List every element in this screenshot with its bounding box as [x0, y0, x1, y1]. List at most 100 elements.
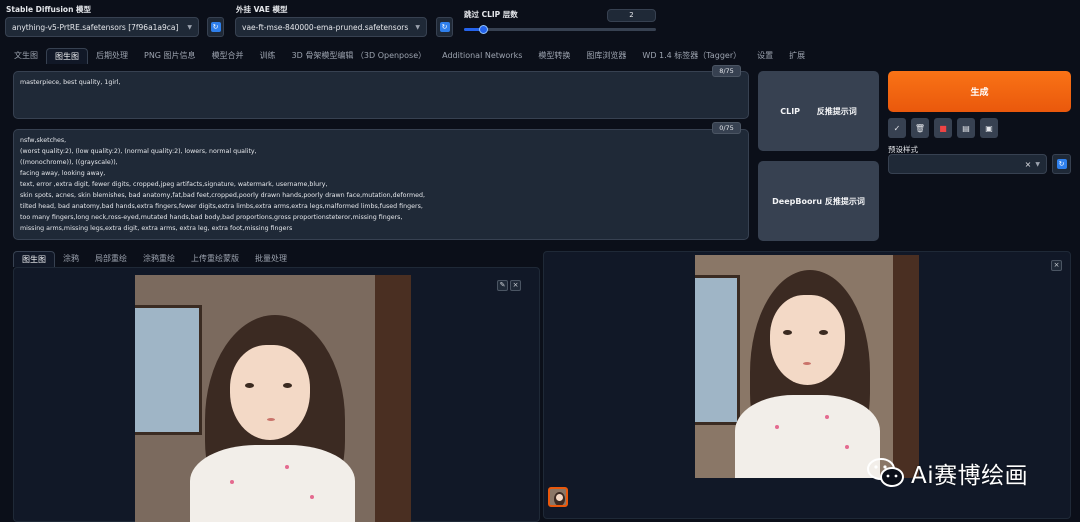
negative-prompt-line: tilted head, bad anatomy,bad hands,extra…	[20, 203, 423, 210]
red-flag-button[interactable]: ■	[934, 118, 952, 138]
tab-12[interactable]: 扩展	[781, 48, 813, 64]
generate-button[interactable]: 生成	[888, 71, 1071, 112]
negative-prompt-input[interactable]: nsfw,sketches, (worst quality:2), (low qu…	[13, 129, 749, 240]
shirt	[735, 395, 880, 478]
face	[230, 345, 310, 440]
positive-token-counter: 8/75	[712, 65, 741, 77]
door	[375, 275, 411, 522]
door	[893, 255, 919, 478]
positive-prompt-text: masterpiece, best quality, 1girl,	[20, 79, 121, 86]
chevron-down-icon: ▼	[415, 23, 420, 31]
wechat-logo-icon	[867, 458, 904, 487]
vae-label: 外挂 VAE 模型	[236, 5, 288, 14]
red-flag-icon: ■	[939, 123, 947, 133]
refresh-icon: ↻	[210, 22, 221, 32]
clear-styles-icon[interactable]: ×	[1025, 160, 1032, 169]
clip-interrogate-button[interactable]: CLIP 反推提示词	[758, 71, 879, 151]
sub-tab-5[interactable]: 批量处理	[247, 251, 295, 267]
watermark: Ai赛博绘画	[867, 456, 1028, 490]
negative-prompt-line: skin spots, acnes, skin blemishes, bad a…	[20, 192, 426, 199]
watermark-text: Ai赛博绘画	[911, 463, 1029, 489]
refresh-icon: ↻	[1056, 159, 1067, 169]
right-eye	[283, 383, 292, 388]
flower-print	[825, 415, 829, 419]
tab-4[interactable]: 模型合并	[204, 48, 252, 64]
window	[695, 275, 740, 425]
main-tabs: 文生图 图生图 后期处理 PNG 图片信息 模型合并 训练 3D 骨架模型编辑 （3D Op…	[6, 48, 813, 64]
sub-tab-4[interactable]: 上传重绘蒙版	[183, 251, 247, 267]
save-style-icon: ▣	[985, 123, 993, 133]
flower-print	[845, 445, 849, 449]
output-gallery-panel: × Ai赛博绘画	[543, 251, 1071, 519]
trash-button[interactable]: 🗑	[911, 118, 929, 138]
sub-tab-3[interactable]: 涂鸦重绘	[135, 251, 183, 267]
gallery-thumbnail[interactable]	[548, 487, 568, 507]
vae-value: vae-ft-mse-840000-ema-pruned.safetensors	[242, 22, 409, 32]
close-icon[interactable]: ×	[510, 280, 521, 291]
positive-prompt-input[interactable]: masterpiece, best quality, 1girl,	[13, 71, 749, 119]
img2img-sub-tabs: 图生图 涂鸦 局部重绘 涂鸦重绘 上传重绘蒙版 批量处理	[13, 251, 295, 267]
clipboard-button[interactable]: ▤	[957, 118, 975, 138]
left-eye	[783, 330, 792, 335]
prompt-tool-buttons: ✓ 🗑 ■ ▤ ▣	[888, 118, 998, 138]
deepbooru-interrogate-button[interactable]: DeepBooru 反推提示词	[758, 161, 879, 241]
window	[135, 305, 202, 435]
lips	[803, 362, 811, 365]
clip-skip-slider-thumb[interactable]	[479, 25, 489, 34]
tab-3[interactable]: PNG 图片信息	[136, 48, 204, 64]
negative-token-counter: 0/75	[712, 122, 741, 134]
sd-model-value: anything-v5-PrtRE.safetensors [7f96a1a9c…	[12, 22, 179, 32]
flower-print	[775, 425, 779, 429]
right-eye	[819, 330, 828, 335]
styles-dropdown[interactable]: × ▼	[888, 154, 1047, 174]
tab-2[interactable]: 后期处理	[88, 48, 136, 64]
sub-tab-1[interactable]: 涂鸦	[55, 251, 87, 267]
negative-prompt-line: facing away, looking away,	[20, 170, 106, 177]
input-image-panel[interactable]: ✎ ×	[13, 267, 540, 522]
tab-6[interactable]: 3D 骨架模型编辑 （3D Openpose）	[284, 48, 435, 64]
tab-1[interactable]: 图生图	[46, 48, 88, 64]
flower-print	[285, 465, 289, 469]
sd-model-label: Stable Diffusion 模型	[6, 5, 92, 14]
negative-prompt-line: missing arms,missing legs,extra digit, e…	[20, 225, 293, 232]
input-image	[135, 275, 411, 522]
sub-tab-0[interactable]: 图生图	[13, 251, 55, 267]
chevron-down-icon: ▼	[1035, 160, 1040, 168]
clipboard-icon: ▤	[962, 123, 970, 133]
vae-dropdown[interactable]: vae-ft-mse-840000-ema-pruned.safetensors…	[235, 17, 427, 37]
face	[770, 295, 845, 385]
tab-10[interactable]: WD 1.4 标签器（Tagger）	[634, 48, 749, 64]
flower-print	[310, 495, 314, 499]
left-eye	[245, 383, 254, 388]
sub-tab-2[interactable]: 局部重绘	[87, 251, 135, 267]
tab-11[interactable]: 设置	[749, 48, 781, 64]
close-icon[interactable]: ×	[1051, 260, 1062, 271]
flower-print	[230, 480, 234, 484]
clip-skip-number[interactable]: 2	[607, 9, 656, 22]
output-image[interactable]	[695, 255, 919, 478]
tab-0[interactable]: 文生图	[6, 48, 46, 64]
chevron-down-icon: ▼	[187, 23, 192, 31]
refresh-sd-model-button[interactable]: ↻	[207, 17, 224, 37]
negative-prompt-line: text, error ,extra digit, fewer digits, …	[20, 181, 328, 188]
negative-prompt-line: ((monochrome)), ((grayscale)),	[20, 159, 118, 166]
tab-5[interactable]: 训练	[252, 48, 284, 64]
edit-icon[interactable]: ✎	[497, 280, 508, 291]
refresh-icon: ↻	[439, 22, 450, 32]
save-style-button[interactable]: ▣	[980, 118, 998, 138]
shirt	[190, 445, 355, 522]
negative-prompt-line: (worst quality:2), (low quality:2), (nor…	[20, 148, 257, 155]
clip-skip-label: 跳过 CLIP 层数	[464, 10, 518, 19]
tab-8[interactable]: 模型转换	[530, 48, 578, 64]
refresh-vae-button[interactable]: ↻	[436, 17, 453, 37]
negative-prompt-line: nsfw,sketches,	[20, 137, 67, 144]
clip-skip-slider[interactable]	[464, 28, 656, 31]
tab-7[interactable]: Additional Networks	[434, 48, 530, 64]
check-icon: ✓	[893, 123, 901, 133]
check-button[interactable]: ✓	[888, 118, 906, 138]
negative-prompt-line: too many fingers,long neck,ross-eyed,mut…	[20, 214, 403, 221]
tab-9[interactable]: 图库浏览器	[578, 48, 634, 64]
sd-model-dropdown[interactable]: anything-v5-PrtRE.safetensors [7f96a1a9c…	[5, 17, 199, 37]
trash-icon: 🗑	[914, 123, 926, 133]
apply-styles-button[interactable]: ↻	[1052, 154, 1071, 174]
